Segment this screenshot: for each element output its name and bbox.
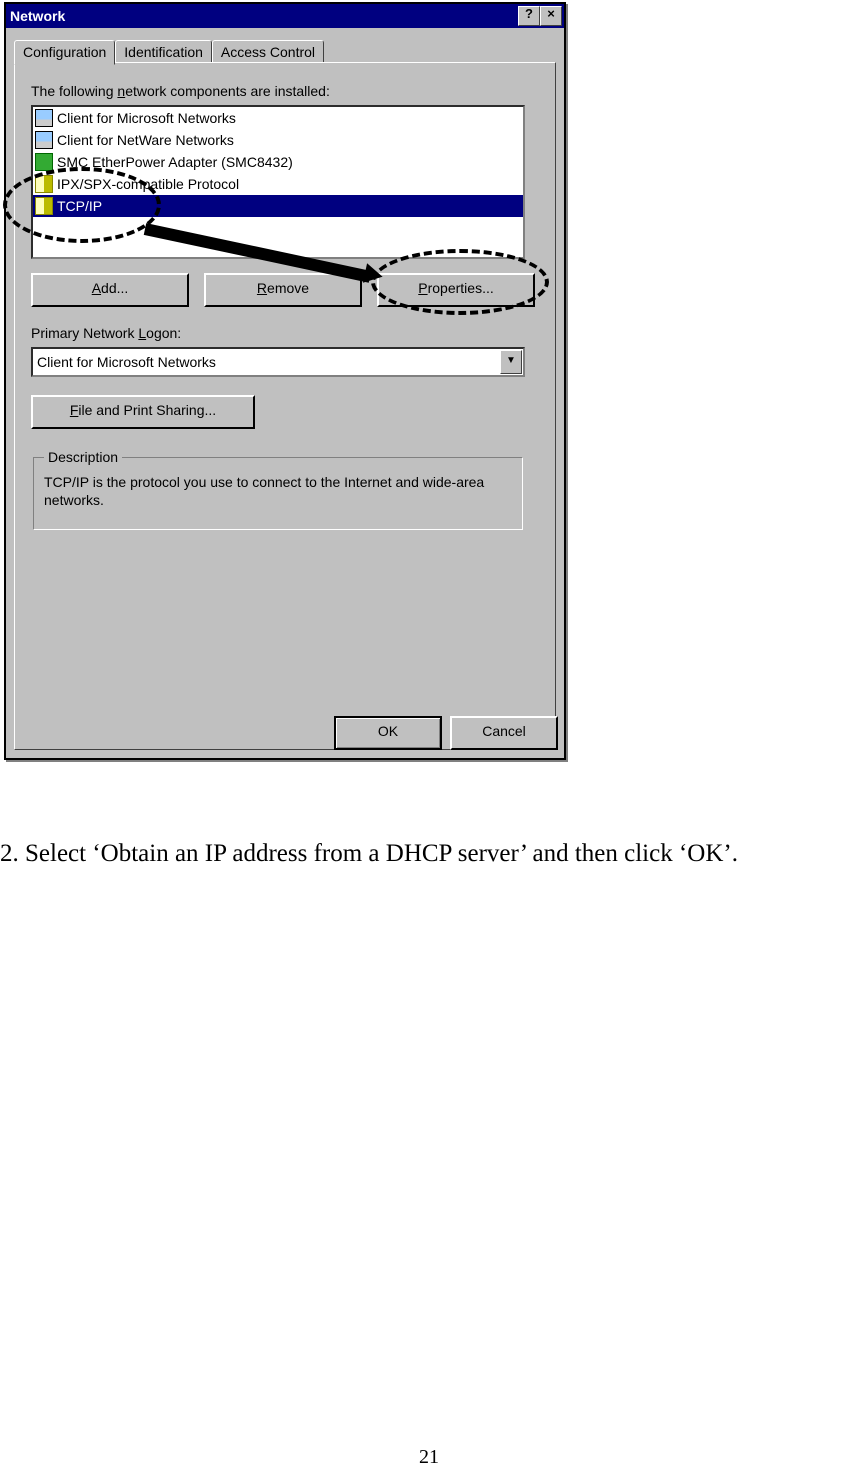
add-button[interactable]: Add...	[31, 273, 189, 307]
help-button[interactable]: ?	[518, 6, 540, 26]
tab-configuration[interactable]: Configuration	[14, 40, 115, 65]
list-item[interactable]: Client for NetWare Networks	[33, 129, 523, 151]
tab-container: Configuration Identification Access Cont…	[6, 28, 564, 758]
window-title: Network	[10, 8, 65, 24]
client-icon	[35, 131, 53, 149]
remove-button[interactable]: Remove	[204, 273, 362, 307]
dialog-buttons: OK Cancel	[334, 716, 558, 750]
description-legend: Description	[44, 449, 122, 465]
logon-combobox[interactable]: Client for Microsoft Networks ▼	[31, 347, 525, 377]
close-button[interactable]: ×	[540, 6, 562, 26]
titlebar-buttons: ? ×	[518, 6, 562, 26]
components-label: The following network components are ins…	[31, 83, 539, 99]
file-print-sharing-button[interactable]: File and Print Sharing...	[31, 395, 255, 429]
list-item[interactable]: Client for Microsoft Networks	[33, 107, 523, 129]
ok-button[interactable]: OK	[334, 716, 442, 750]
adapter-icon	[35, 153, 53, 171]
description-text: TCP/IP is the protocol you use to connec…	[44, 473, 512, 509]
document-page: Network ? × Configuration Identification…	[0, 0, 858, 1479]
list-item-label: Client for NetWare Networks	[57, 132, 234, 148]
annotation-ellipse-tcp	[3, 167, 161, 243]
tab-identification[interactable]: Identification	[115, 40, 212, 64]
logon-label: Primary Network Logon:	[31, 325, 539, 341]
chevron-down-icon[interactable]: ▼	[500, 350, 522, 374]
instruction-text: 2. Select ‘Obtain an IP address from a D…	[0, 840, 738, 868]
page-number: 21	[0, 1446, 858, 1469]
description-group: Description TCP/IP is the protocol you u…	[33, 449, 523, 530]
cancel-button[interactable]: Cancel	[450, 716, 558, 750]
client-icon	[35, 109, 53, 127]
titlebar: Network ? ×	[6, 4, 564, 28]
tab-strip: Configuration Identification Access Cont…	[14, 40, 556, 64]
tab-access-control[interactable]: Access Control	[212, 40, 324, 64]
network-dialog: Network ? × Configuration Identification…	[4, 2, 566, 760]
annotation-ellipse-properties	[371, 249, 549, 315]
tab-body: The following network components are ins…	[14, 62, 556, 750]
list-item-label: Client for Microsoft Networks	[57, 110, 236, 126]
combo-value: Client for Microsoft Networks	[33, 354, 499, 370]
